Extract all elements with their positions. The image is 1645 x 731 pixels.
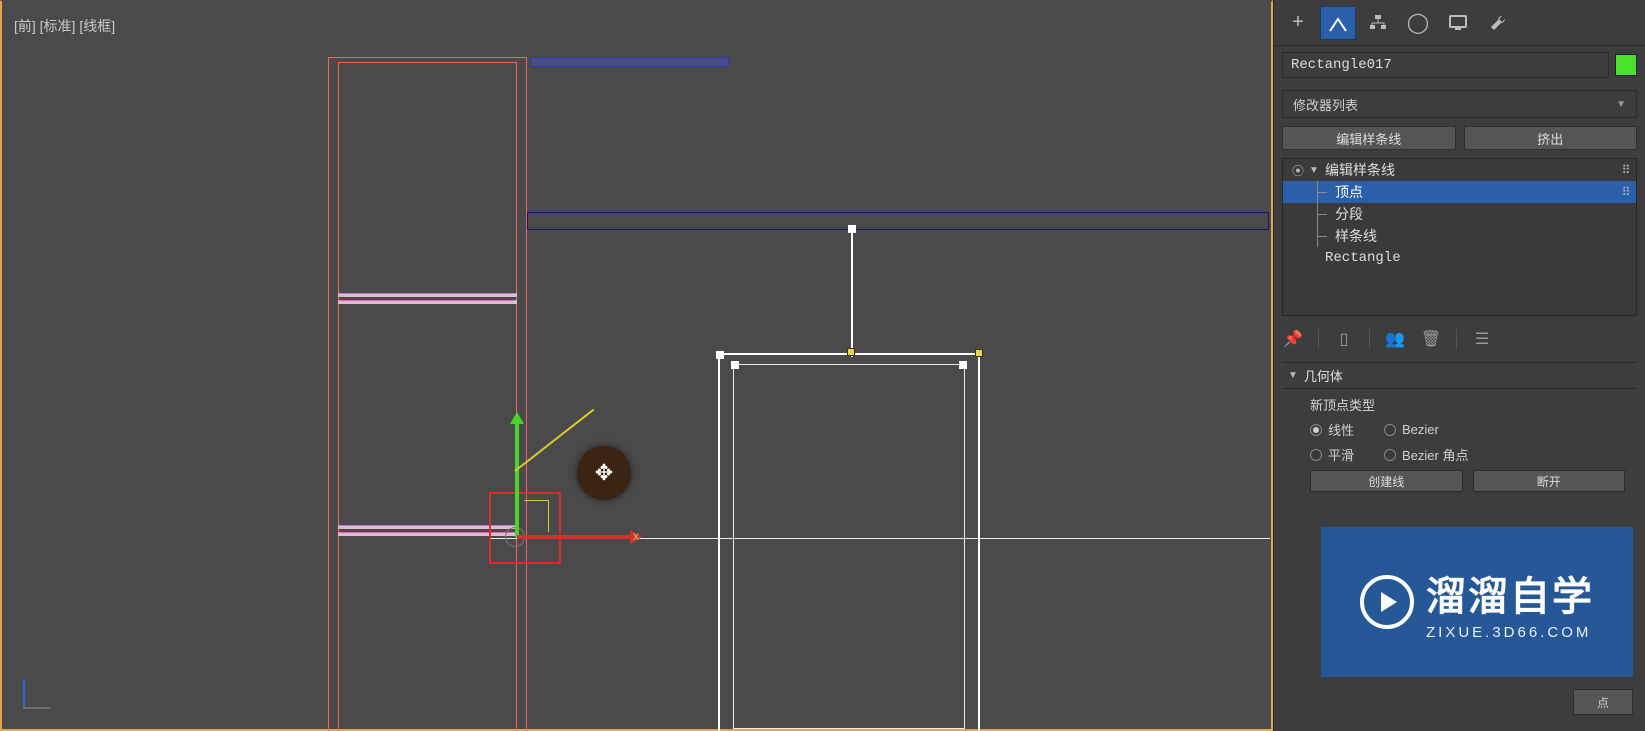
wireframe-divider-1a [338, 293, 517, 297]
delete-icon[interactable]: 🗑 [1420, 329, 1442, 349]
create-line-button[interactable]: 创建线 [1310, 470, 1463, 492]
stack-item-edit-spline[interactable]: ⦿ ▼ 编辑样条线 ⠿ [1283, 159, 1636, 181]
stack-item-base[interactable]: Rectangle [1283, 247, 1636, 269]
object-name-row [1274, 46, 1645, 84]
gizmo-plane-xy[interactable] [524, 500, 549, 532]
new-vertex-type-label: 新顶点类型 [1310, 395, 1625, 414]
hierarchy-tab-icon[interactable] [1360, 6, 1396, 40]
world-axis-tripod [12, 679, 52, 719]
subobj-icon[interactable]: ⠿ [1616, 185, 1636, 199]
break-button[interactable]: 断开 [1473, 470, 1626, 492]
vertex[interactable] [848, 225, 856, 233]
wireframe-white-inner [733, 364, 965, 729]
chevron-down-icon: ▼ [1288, 370, 1298, 381]
radio-bezier-corner[interactable]: Bezier 角点 [1384, 445, 1468, 464]
wireframe-rect-red-inner [338, 62, 517, 731]
viewport[interactable]: [前] [标准] [线框] x ✥ [0, 0, 1273, 731]
stack-sub-vertex[interactable]: 顶点 ⠿ [1283, 181, 1636, 203]
panel-tabs: + ◯ [1274, 0, 1645, 46]
expand-icon[interactable]: ▼ [1307, 165, 1321, 176]
geometry-rollout-body: 新顶点类型 线性 Bezier 平滑 Bezier 角点 创建线 断开 [1282, 388, 1637, 502]
wireframe-blue-top [530, 57, 729, 67]
gizmo-axis-x[interactable] [517, 535, 632, 539]
wireframe-blue-mid [527, 212, 1269, 230]
wireframe-divider-1b [338, 300, 517, 304]
vertex-selected[interactable] [975, 349, 983, 357]
extrude-button[interactable]: 挤出 [1464, 126, 1638, 150]
radio-linear[interactable]: 线性 [1310, 420, 1354, 439]
show-end-result-icon[interactable]: ▯ [1333, 329, 1355, 349]
pin-icon[interactable]: 📌 [1282, 329, 1304, 349]
watermark-url: ZIXUE.3D66.COM [1426, 624, 1591, 641]
wireframe-white-vline [851, 227, 853, 357]
watermark: 溜溜自学 ZIXUE.3D66.COM [1321, 527, 1633, 677]
modifier-list-label: 修改器列表 [1293, 95, 1358, 114]
stack-sub-segment[interactable]: 分段 [1283, 203, 1636, 225]
modifier-stack[interactable]: ⦿ ▼ 编辑样条线 ⠿ 顶点 ⠿ 分段 样条线 Rectangle [1282, 158, 1637, 316]
chevron-down-icon: ▼ [1616, 99, 1626, 110]
configure-icon[interactable]: ☰ [1471, 329, 1493, 349]
visibility-icon[interactable]: ⦿ [1289, 162, 1307, 179]
vertex-selected[interactable] [847, 348, 855, 356]
viewport-label[interactable]: [前] [标准] [线框] [14, 16, 115, 36]
modifier-quick-buttons: 编辑样条线 挤出 [1274, 126, 1645, 158]
stack-tools-row: 📌 ▯ 👥 🗑 ☰ [1282, 326, 1637, 352]
modify-tab-icon[interactable] [1320, 6, 1356, 40]
watermark-title: 溜溜自学 [1426, 564, 1594, 622]
radio-smooth[interactable]: 平滑 [1310, 445, 1354, 464]
utilities-tab-icon[interactable] [1480, 6, 1516, 40]
move-cursor-icon: ✥ [577, 446, 631, 500]
play-logo-icon [1360, 575, 1414, 629]
motion-tab-icon[interactable]: ◯ [1400, 6, 1436, 40]
bottom-label[interactable]: 点 [1573, 689, 1633, 715]
radio-bezier[interactable]: Bezier [1384, 422, 1439, 437]
object-name-input[interactable] [1282, 52, 1609, 78]
object-color-swatch[interactable] [1615, 54, 1637, 76]
modifier-list-dropdown[interactable]: 修改器列表 ▼ [1282, 90, 1637, 118]
subobj-icon[interactable]: ⠿ [1616, 163, 1636, 177]
vertex[interactable] [731, 361, 739, 369]
make-unique-icon[interactable]: 👥 [1384, 329, 1406, 349]
stack-sub-spline[interactable]: 样条线 [1283, 225, 1636, 247]
rollout-title: 几何体 [1304, 366, 1343, 385]
gizmo-axis-y[interactable] [515, 422, 519, 537]
geometry-rollout-header[interactable]: ▼ 几何体 [1282, 362, 1637, 388]
axis-label-x: x [633, 529, 639, 543]
display-tab-icon[interactable] [1440, 6, 1476, 40]
vertex[interactable] [716, 351, 724, 359]
vertex[interactable] [959, 361, 967, 369]
edit-spline-button[interactable]: 编辑样条线 [1282, 126, 1456, 150]
create-tab-icon[interactable]: + [1280, 6, 1316, 40]
